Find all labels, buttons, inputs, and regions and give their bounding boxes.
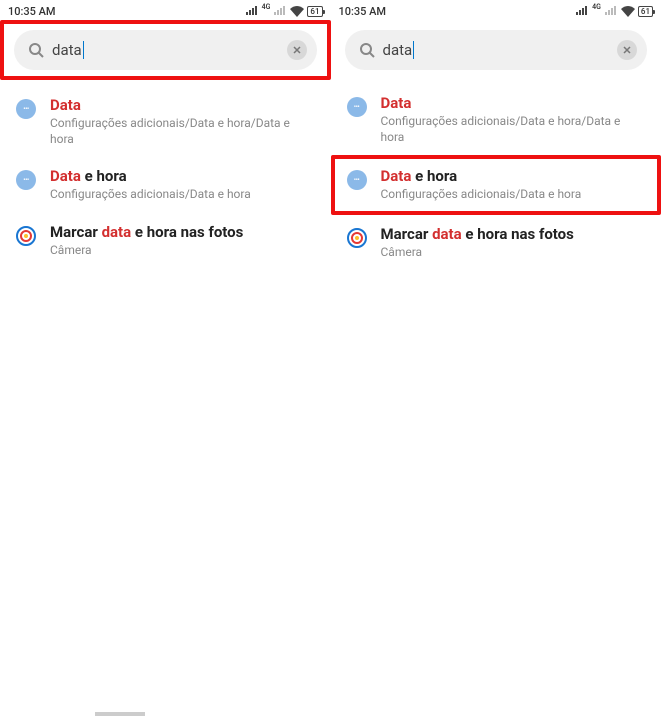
search-results: Data Configurações adicionais/Data e hor… <box>331 78 661 270</box>
network-label: 4G <box>262 3 271 11</box>
status-bar: 10:35 AM 4G 61 <box>331 0 661 20</box>
network-label: 4G <box>592 3 601 11</box>
status-time: 10:35 AM <box>8 5 56 18</box>
result-data[interactable]: Data Configurações adicionais/Data e hor… <box>0 86 331 157</box>
status-right: 4G 61 <box>245 6 323 17</box>
result-data-e-hora[interactable]: Data e hora Configurações adicionais/Dat… <box>335 159 658 211</box>
search-input[interactable]: data <box>52 41 279 59</box>
result-title: Marcar data e hora nas fotos <box>381 225 648 243</box>
result-data[interactable]: Data Configurações adicionais/Data e hor… <box>331 84 661 155</box>
signal-icon-2 <box>604 6 618 16</box>
result-title: Data <box>50 96 317 114</box>
search-box[interactable]: data <box>14 30 317 70</box>
result-title: Data e hora <box>50 167 317 185</box>
clear-button[interactable] <box>287 40 307 60</box>
result-title: Data <box>381 94 648 112</box>
wifi-icon <box>290 6 304 17</box>
result-marcar-data[interactable]: Marcar data e hora nas fotos Câmera <box>0 213 331 269</box>
settings-icon <box>347 170 367 190</box>
search-icon <box>359 42 375 58</box>
result-title: Marcar data e hora nas fotos <box>50 223 317 241</box>
text-cursor <box>83 41 84 59</box>
result-marcar-data[interactable]: Marcar data e hora nas fotos Câmera <box>331 215 661 271</box>
phone-right: 10:35 AM 4G 61 data Data Configurações a… <box>331 0 661 720</box>
signal-icon <box>245 6 259 16</box>
wifi-icon <box>621 6 635 17</box>
result-sub: Configurações adicionais/Data e hora/Dat… <box>381 114 648 145</box>
settings-icon <box>347 97 367 117</box>
result-sub: Câmera <box>50 243 317 259</box>
close-icon <box>623 46 631 54</box>
more-indicator <box>95 712 145 716</box>
result-sub: Configurações adicionais/Data e hora/Dat… <box>50 116 317 147</box>
result-highlighted-container: Data e hora Configurações adicionais/Dat… <box>331 155 661 215</box>
settings-icon <box>16 99 36 119</box>
result-sub: Configurações adicionais/Data e hora <box>381 187 644 203</box>
search-input[interactable]: data <box>383 41 610 59</box>
camera-icon <box>347 228 367 248</box>
signal-icon <box>575 6 589 16</box>
search-results: Data Configurações adicionais/Data e hor… <box>0 80 331 268</box>
status-bar: 10:35 AM 4G 61 <box>0 0 331 20</box>
search-box[interactable]: data <box>345 30 648 70</box>
signal-icon-2 <box>273 6 287 16</box>
text-cursor <box>413 41 414 59</box>
battery-indicator: 61 <box>638 6 653 17</box>
search-bar-highlighted: data <box>0 20 331 80</box>
result-sub: Câmera <box>381 245 648 261</box>
battery-indicator: 61 <box>307 6 322 17</box>
status-right: 4G 61 <box>575 6 653 17</box>
search-bar: data <box>331 20 661 78</box>
camera-icon <box>16 226 36 246</box>
close-icon <box>293 46 301 54</box>
result-title: Data e hora <box>381 167 644 185</box>
result-sub: Configurações adicionais/Data e hora <box>50 187 317 203</box>
clear-button[interactable] <box>617 40 637 60</box>
settings-icon <box>16 170 36 190</box>
phone-left: 10:35 AM 4G 61 data Data Configurações a… <box>0 0 331 720</box>
search-icon <box>28 42 44 58</box>
result-data-e-hora[interactable]: Data e hora Configurações adicionais/Dat… <box>0 157 331 213</box>
status-time: 10:35 AM <box>339 5 387 18</box>
